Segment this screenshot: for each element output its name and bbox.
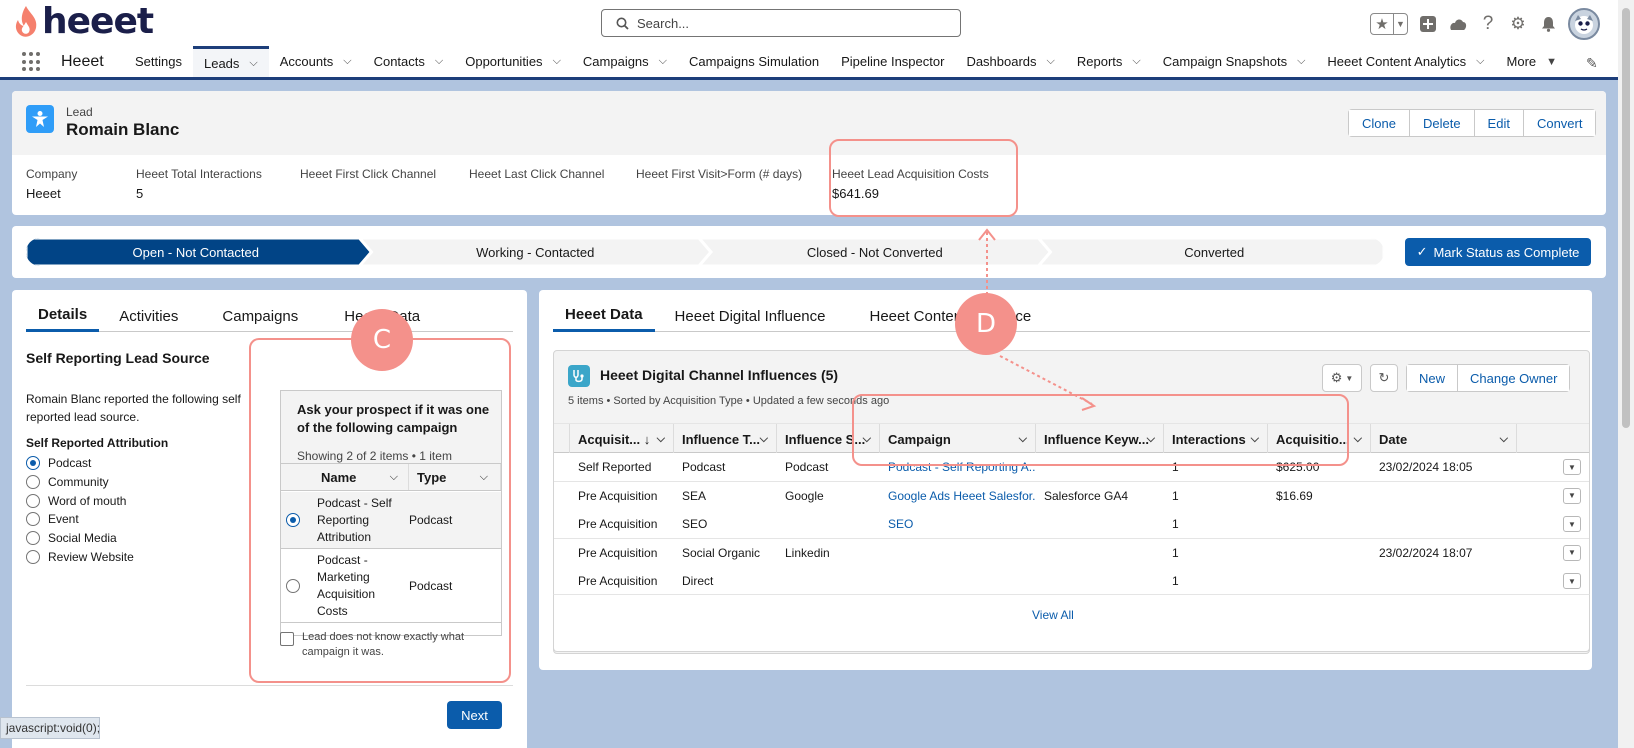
callout-d-arrows xyxy=(978,228,1097,411)
callout-d-badge: D xyxy=(955,293,1017,355)
page-scrollbar[interactable] xyxy=(1618,0,1634,748)
